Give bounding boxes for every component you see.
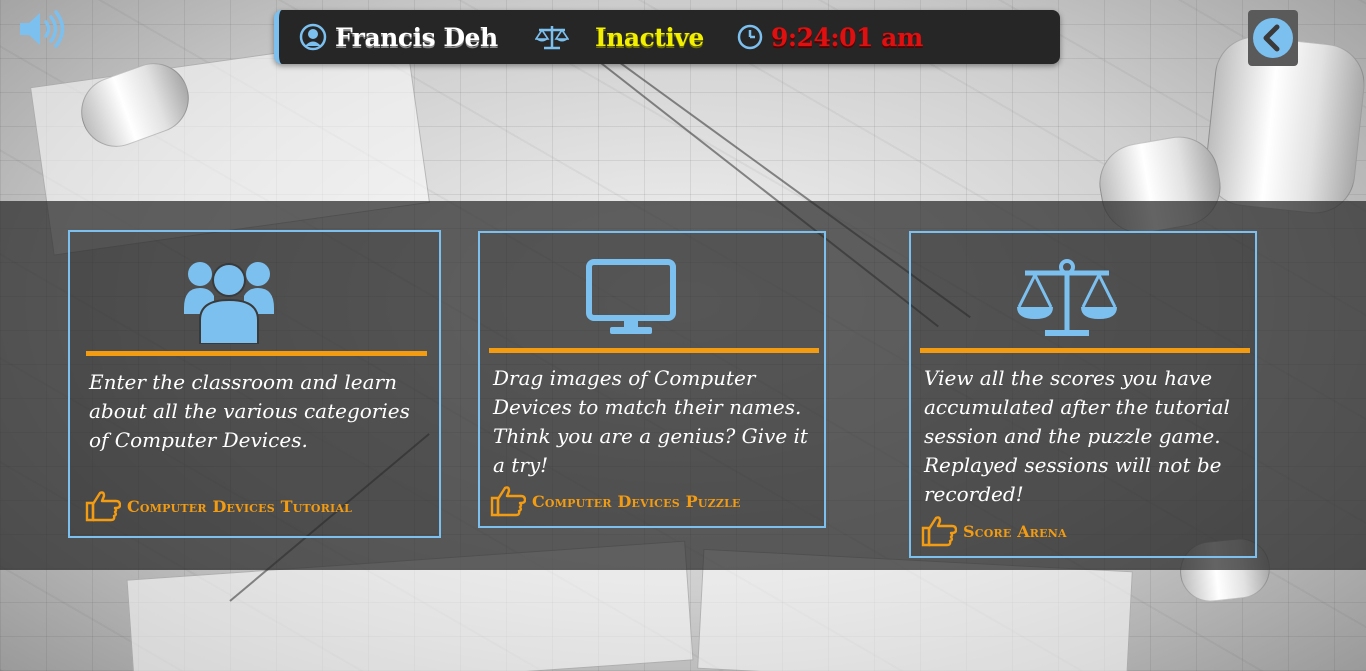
- hand-pointing-icon: [490, 486, 526, 517]
- puzzle-link-label: Computer Devices Puzzle: [532, 491, 741, 511]
- card-divider: [489, 348, 819, 353]
- balance-scale-icon: [535, 26, 569, 50]
- balance-scale-icon: [1017, 259, 1117, 336]
- user-name: Francis Deh: [335, 22, 498, 52]
- status-text: Inactive: [595, 22, 704, 52]
- tutorial-description: Enter the classroom and learn about all …: [89, 370, 410, 452]
- session-status: Inactive: [535, 10, 704, 64]
- score-description: View all the scores you have accumulated…: [924, 366, 1230, 506]
- tutorial-link[interactable]: Computer Devices Tutorial: [85, 490, 352, 522]
- status-bar: Francis Deh Inactive 9:24:01 am: [274, 10, 1060, 64]
- puzzle-card: Drag images of Computer Devices to match…: [478, 231, 826, 528]
- tutorial-link-label: Computer Devices Tutorial: [127, 496, 353, 516]
- menu-band: Enter the classroom and learn about all …: [0, 201, 1366, 570]
- clock: 9:24:01 am: [737, 10, 923, 64]
- score-link[interactable]: Score Arena: [921, 515, 1067, 547]
- group-users-icon: [184, 262, 274, 344]
- score-link-label: Score Arena: [963, 521, 1067, 541]
- clock-time: 9:24:01 am: [771, 22, 923, 52]
- hand-pointing-icon: [85, 491, 121, 522]
- speaker-volume-icon: [20, 10, 65, 48]
- puzzle-description: Drag images of Computer Devices to match…: [493, 366, 808, 477]
- user-info: Francis Deh: [299, 10, 498, 64]
- tutorial-card: Enter the classroom and learn about all …: [68, 230, 441, 538]
- score-card: View all the scores you have accumulated…: [909, 231, 1257, 558]
- puzzle-link[interactable]: Computer Devices Puzzle: [490, 485, 741, 517]
- back-button[interactable]: [1248, 10, 1298, 66]
- chevron-left-circle-icon: [1253, 18, 1293, 58]
- desktop-monitor-icon: [586, 259, 676, 334]
- clock-icon: [737, 24, 763, 50]
- sound-toggle-button[interactable]: [18, 10, 66, 48]
- hand-pointing-icon: [921, 516, 957, 547]
- card-divider: [920, 348, 1250, 353]
- user-circle-icon: [299, 23, 327, 51]
- card-divider: [86, 351, 427, 356]
